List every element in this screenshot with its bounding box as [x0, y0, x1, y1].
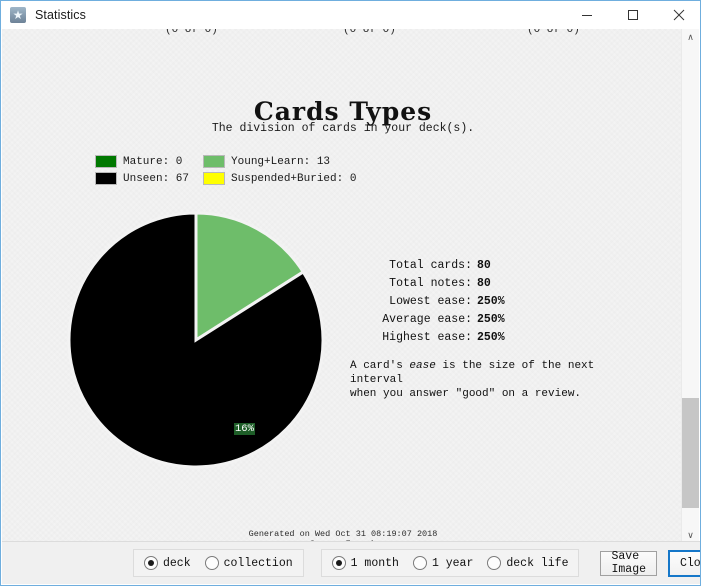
legend-label-young-learn: Young+Learn: 13 — [231, 155, 331, 168]
ease-explanation: A card's ease is the size of the next in… — [350, 359, 650, 401]
clipped-count-3: (0 of 0) — [527, 29, 580, 36]
legend-swatch-suspended-buried — [203, 172, 226, 185]
stat-label-total-notes: Total notes: — [389, 277, 472, 290]
minimize-button[interactable] — [564, 1, 610, 29]
ease-note-line2: when you answer "good" on a review. — [350, 388, 582, 400]
statistics-report-area: (0 of 0) (0 of 0) (0 of 0) Cards Types T… — [2, 29, 684, 544]
scope-radio-group: deck collection — [133, 549, 304, 577]
stat-label-highest-ease: Highest ease: — [382, 331, 472, 344]
cards-types-pie-chart: 16% 84% — [67, 211, 325, 469]
stat-highest-ease: Highest ease: 250% — [350, 329, 610, 347]
radio-deck-life-label: deck life — [506, 556, 569, 570]
vertical-scrollbar[interactable]: ∧ ∨ — [681, 29, 699, 544]
pie-svg — [67, 211, 325, 469]
ease-note-pre: A card's — [350, 360, 410, 372]
stat-label-lowest-ease: Lowest ease: — [389, 295, 472, 308]
legend-item-suspended-buried: Suspended+Buried: 0 — [203, 172, 356, 185]
legend-item-young-learn: Young+Learn: 13 — [203, 155, 356, 168]
bottom-toolbar: deck collection 1 month 1 year deck life… — [2, 541, 700, 584]
close-button[interactable]: Close — [667, 549, 700, 577]
legend-swatch-young-learn — [203, 155, 226, 168]
stat-value-lowest-ease: 250% — [477, 295, 505, 308]
scrollbar-track[interactable] — [682, 46, 699, 527]
pie-slice-label-young: 16% — [234, 423, 255, 435]
close-window-button[interactable] — [656, 1, 700, 29]
clipped-count-2: (0 of 0) — [343, 29, 396, 36]
radio-1-month-dot[interactable] — [331, 556, 346, 570]
statistics-window: ★ Statistics (0 of 0) (0 of 0) (0 of 0) … — [0, 0, 701, 586]
stat-label-total-cards: Total cards: — [389, 259, 472, 272]
legend-item-mature: Mature: 0 — [95, 155, 189, 168]
radio-1-month-label: 1 month — [350, 556, 399, 570]
stat-value-average-ease: 250% — [477, 313, 505, 326]
clipped-count-1: (0 of 0) — [165, 29, 218, 36]
stat-lowest-ease: Lowest ease: 250% — [350, 293, 610, 311]
legend-label-mature: Mature: 0 — [123, 155, 183, 168]
scrollbar-thumb[interactable] — [682, 398, 699, 508]
radio-1-year-label: 1 year — [431, 556, 474, 570]
radio-collection-dot[interactable] — [204, 556, 219, 570]
chart-legend: Mature: 0 Young+Learn: 13 Unseen: 67 Sus… — [95, 155, 356, 185]
stat-average-ease: Average ease: 250% — [350, 311, 610, 329]
legend-swatch-unseen — [95, 172, 117, 185]
radio-collection-label: collection — [223, 556, 293, 570]
legend-label-unseen: Unseen: 67 — [123, 172, 190, 185]
stat-total-cards: Total cards: 80 — [350, 257, 610, 275]
radio-collection[interactable]: collection — [204, 556, 293, 570]
legend-swatch-mature — [95, 155, 117, 168]
legend-label-suspended-buried: Suspended+Buried: 0 — [231, 172, 357, 185]
footer-generated: Generated on Wed Oct 31 08:19:07 2018 — [248, 529, 438, 539]
radio-deck-dot[interactable] — [144, 556, 158, 570]
anki-app-icon: ★ — [10, 7, 26, 23]
clipped-counts-row: (0 of 0) (0 of 0) (0 of 0) — [2, 29, 684, 43]
summary-stats: Total cards: 80 Total notes: 80 Lowest eas… — [350, 257, 610, 347]
ease-note-emphasis: ease — [409, 360, 436, 372]
window-title: Statistics — [35, 8, 87, 22]
radio-deck-life-dot[interactable] — [487, 556, 502, 570]
radio-deck-label: deck — [163, 556, 191, 570]
radio-1-year[interactable]: 1 year — [412, 556, 474, 570]
stat-value-total-notes: 80 — [477, 277, 491, 290]
radio-1-month[interactable]: 1 month — [331, 556, 399, 570]
save-image-button[interactable]: Save Image — [600, 550, 657, 576]
radio-deck[interactable]: deck — [144, 556, 191, 570]
period-radio-group: 1 month 1 year deck life — [320, 549, 580, 577]
stat-value-highest-ease: 250% — [477, 331, 505, 344]
chart-subtitle: The division of cards in your deck(s). — [211, 122, 475, 135]
legend-item-unseen: Unseen: 67 — [95, 172, 189, 185]
radio-deck-life[interactable]: deck life — [487, 556, 568, 570]
stat-total-notes: Total notes: 80 — [350, 275, 610, 293]
scroll-up-arrow-icon[interactable]: ∧ — [682, 29, 699, 46]
window-titlebar: ★ Statistics — [1, 1, 700, 29]
stat-label-average-ease: Average ease: — [382, 313, 472, 326]
radio-1-year-dot[interactable] — [412, 556, 427, 570]
maximize-button[interactable] — [610, 1, 656, 29]
stat-value-total-cards: 80 — [477, 259, 491, 272]
